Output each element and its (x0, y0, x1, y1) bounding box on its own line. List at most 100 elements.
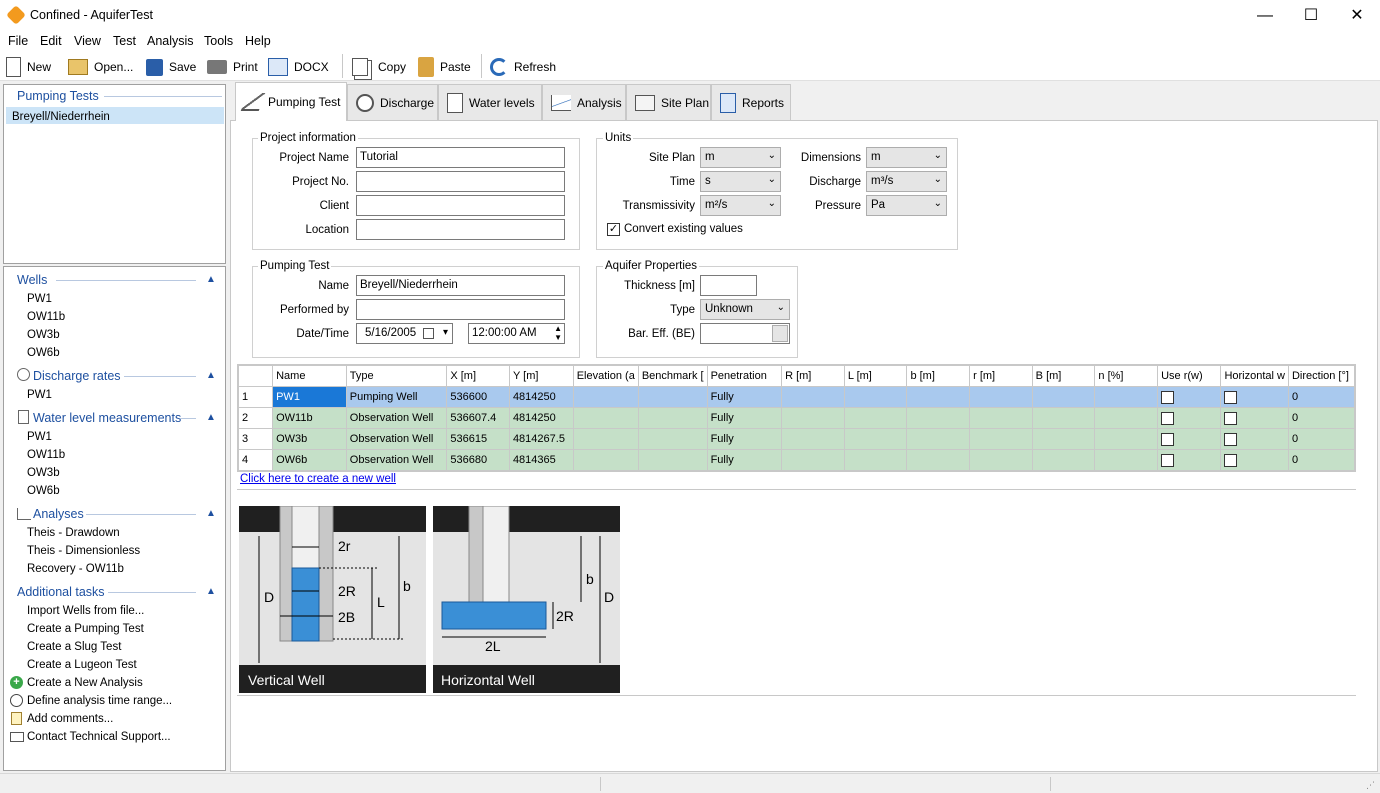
browse-button[interactable] (772, 325, 788, 342)
column-header[interactable]: n [%] (1094, 365, 1159, 387)
task-item[interactable]: Create a Slug Test (27, 641, 121, 653)
cell-direction[interactable]: 0 (1287, 386, 1356, 408)
menu-help[interactable]: Help (245, 34, 271, 48)
cell-y[interactable]: 4814250 (508, 407, 574, 429)
print-button[interactable]: Print (207, 55, 258, 79)
close-button[interactable]: ✕ (1334, 0, 1380, 31)
cell[interactable] (969, 428, 1033, 450)
cell[interactable] (969, 386, 1033, 408)
transmissivity-unit-select[interactable]: m²/s ⌄ (700, 195, 781, 216)
wells-header[interactable]: Wells (17, 273, 47, 287)
tab-pumping-test[interactable]: Pumping Test (235, 82, 347, 121)
cell-direction[interactable]: 0 (1287, 428, 1356, 450)
nav-item[interactable]: PW1 (27, 293, 52, 305)
performed-by-input[interactable] (356, 299, 565, 320)
cell[interactable] (637, 449, 708, 471)
cell[interactable] (906, 407, 971, 429)
maximize-button[interactable]: ☐ (1288, 0, 1334, 31)
cell[interactable] (637, 428, 708, 450)
menu-analysis[interactable]: Analysis (147, 34, 194, 48)
cell-x[interactable]: 536607.4 (446, 407, 510, 429)
column-header[interactable]: r [m] (969, 365, 1033, 387)
cell-y[interactable]: 4814267.5 (508, 428, 574, 450)
column-header[interactable]: Direction [°] (1287, 365, 1356, 387)
refresh-button[interactable]: Refresh (490, 55, 556, 79)
cell-horizontal[interactable] (1220, 407, 1289, 429)
analyses-header[interactable]: Analyses (33, 507, 84, 521)
task-item[interactable]: Contact Technical Support... (27, 731, 171, 743)
cell[interactable] (843, 449, 908, 471)
cell[interactable] (1094, 428, 1159, 450)
convert-values-checkbox[interactable]: ✓ (607, 223, 620, 236)
copy-button[interactable]: Copy (352, 55, 406, 79)
cell-type[interactable]: Observation Well (345, 407, 448, 429)
resize-grip-icon[interactable]: ⋰ (1366, 780, 1375, 791)
aquifer-type-select[interactable]: Unknown ⌄ (700, 299, 790, 320)
nav-item[interactable]: OW11b (27, 311, 65, 323)
cell-penetration[interactable]: Fully (706, 428, 783, 450)
cell-x[interactable]: 536680 (446, 449, 510, 471)
tab-analysis[interactable]: Analysis (542, 84, 626, 120)
cell[interactable] (1094, 449, 1159, 471)
cell[interactable] (781, 386, 845, 408)
cell-use-rw[interactable] (1157, 428, 1222, 450)
cell[interactable] (572, 407, 639, 429)
column-header[interactable]: Elevation (a (572, 365, 639, 387)
cell[interactable] (969, 449, 1033, 471)
tab-water-levels[interactable]: Water levels (438, 84, 542, 120)
task-item[interactable]: Import Wells from file... (27, 605, 144, 617)
nav-item[interactable]: OW3b (27, 329, 60, 341)
cell[interactable] (906, 428, 971, 450)
nav-item[interactable]: Theis - Drawdown (27, 527, 120, 539)
use-rw-checkbox[interactable] (1161, 390, 1175, 404)
cell-type[interactable]: Pumping Well (345, 386, 448, 408)
calendar-icon[interactable] (423, 328, 434, 339)
column-header[interactable]: X [m] (446, 365, 510, 387)
column-header[interactable]: Y [m] (508, 365, 574, 387)
water-levels-header[interactable]: Water level measurements (33, 411, 181, 425)
cell-penetration[interactable]: Fully (706, 386, 783, 408)
time-unit-select[interactable]: s ⌄ (700, 171, 781, 192)
client-input[interactable] (356, 195, 565, 216)
cell-penetration[interactable]: Fully (706, 407, 783, 429)
create-new-well-link[interactable]: Click here to create a new well (240, 473, 396, 485)
discharge-header[interactable]: Discharge rates (33, 369, 121, 383)
cell-use-rw[interactable] (1157, 386, 1222, 408)
cell-direction[interactable]: 0 (1287, 449, 1356, 471)
cell-use-rw[interactable] (1157, 449, 1222, 471)
column-header[interactable]: Horizontal w (1220, 365, 1289, 387)
cell-type[interactable]: Observation Well (345, 428, 448, 450)
horizontal-well-checkbox[interactable] (1224, 453, 1238, 467)
minimize-button[interactable]: — (1242, 0, 1288, 31)
task-item[interactable]: Define analysis time range... (27, 695, 172, 707)
menu-edit[interactable]: Edit (40, 34, 62, 48)
cell-x[interactable]: 536615 (446, 428, 510, 450)
task-item[interactable]: Create a New Analysis (27, 677, 143, 689)
task-item[interactable]: Add comments... (27, 713, 113, 725)
use-rw-checkbox[interactable] (1161, 411, 1175, 425)
table-row[interactable]: 1 PW1 Pumping Well 536600 4814250 Fully … (237, 386, 1356, 408)
project-no-input[interactable] (356, 171, 565, 192)
nav-item[interactable]: Theis - Dimensionless (27, 545, 140, 557)
spin-down-icon[interactable]: ▼ (554, 333, 562, 342)
cell-name[interactable]: OW3b (272, 428, 347, 450)
horizontal-well-checkbox[interactable] (1224, 411, 1238, 425)
column-header[interactable]: L [m] (843, 365, 908, 387)
cell[interactable] (572, 386, 639, 408)
column-header[interactable]: b [m] (906, 365, 971, 387)
cell-penetration[interactable]: Fully (706, 449, 783, 471)
table-row[interactable]: 3 OW3b Observation Well 536615 4814267.5… (237, 428, 1356, 450)
cell[interactable] (906, 386, 971, 408)
pressure-unit-select[interactable]: Pa ⌄ (866, 195, 947, 216)
nav-item[interactable]: OW6b (27, 485, 60, 497)
cell[interactable] (637, 386, 708, 408)
cell-y[interactable]: 4814365 (508, 449, 574, 471)
nav-item[interactable]: Recovery - OW11b (27, 563, 124, 575)
cell[interactable] (843, 386, 908, 408)
cell-type[interactable]: Observation Well (345, 449, 448, 471)
thickness-input[interactable] (700, 275, 757, 296)
location-input[interactable] (356, 219, 565, 240)
discharge-unit-select[interactable]: m³/s ⌄ (866, 171, 947, 192)
paste-button[interactable]: Paste (418, 55, 471, 79)
column-header[interactable]: R [m] (781, 365, 845, 387)
